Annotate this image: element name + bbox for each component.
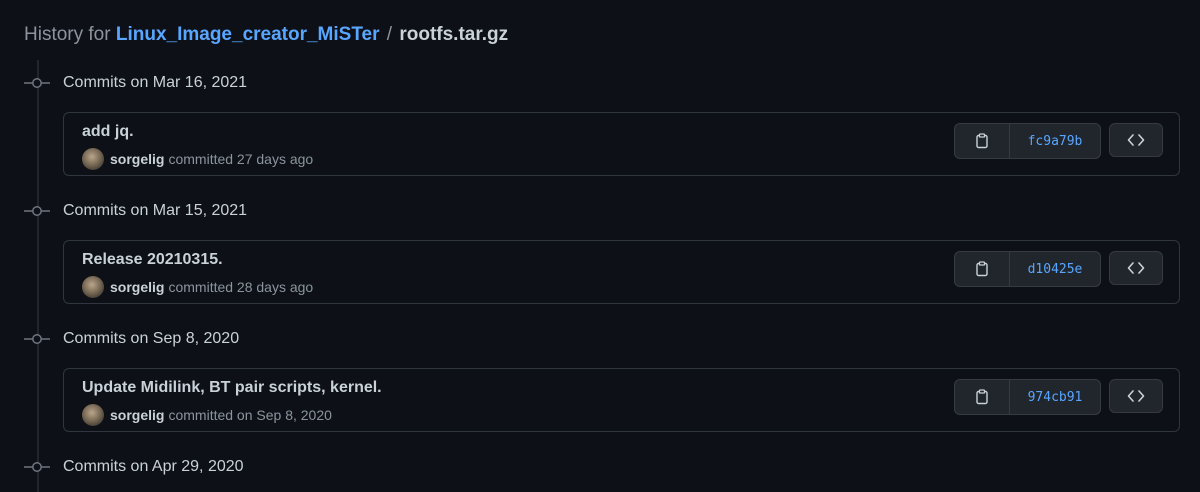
code-icon (1127, 390, 1145, 402)
commit-meta: sorgelig committed on Sep 8, 2020 (82, 404, 332, 426)
commit-group-date: Commits on Apr 29, 2020 (63, 458, 244, 475)
author-link[interactable]: sorgelig (110, 407, 164, 423)
git-commit-icon (24, 199, 50, 223)
commit-group-header: Commits on Apr 29, 2020 (24, 455, 244, 479)
commit-sha-link[interactable]: fc9a79b (1010, 124, 1100, 158)
avatar[interactable] (82, 276, 104, 298)
timeline-line (37, 60, 39, 492)
commit-group-date: Commits on Sep 8, 2020 (63, 330, 240, 347)
git-commit-icon (24, 455, 50, 479)
copy-sha-button[interactable] (955, 124, 1010, 158)
commit-time: committed on Sep 8, 2020 (168, 407, 332, 423)
commit-group-header: Commits on Mar 16, 2021 (24, 71, 247, 95)
avatar[interactable] (82, 148, 104, 170)
commit-group-header: Commits on Sep 8, 2020 (24, 327, 239, 351)
commit-group-date: Commits on Mar 15, 2021 (63, 202, 248, 219)
commit-message-link[interactable]: Release 20210315. (82, 251, 223, 269)
file-name: rootfs.tar.gz (399, 24, 509, 45)
sha-button-group: fc9a79b (954, 123, 1101, 159)
commit-time: committed 27 days ago (168, 151, 314, 167)
commit-history-page: History for Linux_Image_creator_MiSTer /… (0, 0, 1200, 492)
clipboard-icon (976, 133, 988, 149)
git-commit-icon (24, 327, 50, 351)
commit-sha-link[interactable]: 974cb91 (1010, 380, 1100, 414)
page-title: History for Linux_Image_creator_MiSTer /… (24, 22, 508, 48)
code-icon (1127, 134, 1145, 146)
commit-row: add jq. sorgelig committed 27 days ago f… (63, 112, 1180, 176)
commit-message-link[interactable]: add jq. (82, 123, 134, 141)
commit-sha-link[interactable]: d10425e (1010, 252, 1100, 286)
clipboard-icon (976, 389, 988, 405)
browse-repo-button[interactable] (1109, 123, 1163, 157)
commit-message-link[interactable]: Update Midilink, BT pair scripts, kernel… (82, 379, 382, 397)
copy-sha-button[interactable] (955, 380, 1010, 414)
commit-group-header: Commits on Mar 15, 2021 (24, 199, 247, 223)
git-commit-icon (24, 71, 50, 95)
code-icon (1127, 262, 1145, 274)
browse-repo-button[interactable] (1109, 379, 1163, 413)
commit-meta: sorgelig committed 27 days ago (82, 148, 313, 170)
clipboard-icon (976, 261, 988, 277)
commit-meta: sorgelig committed 28 days ago (82, 276, 313, 298)
avatar[interactable] (82, 404, 104, 426)
sha-button-group: 974cb91 (954, 379, 1101, 415)
browse-repo-button[interactable] (1109, 251, 1163, 285)
author-link[interactable]: sorgelig (110, 279, 164, 295)
commit-group-date: Commits on Mar 16, 2021 (63, 74, 248, 91)
copy-sha-button[interactable] (955, 252, 1010, 286)
sha-button-group: d10425e (954, 251, 1101, 287)
commit-time: committed 28 days ago (168, 279, 314, 295)
author-link[interactable]: sorgelig (110, 151, 164, 167)
path-separator: / (386, 24, 393, 45)
commit-row: Update Midilink, BT pair scripts, kernel… (63, 368, 1180, 432)
commit-row: Release 20210315. sorgelig committed 28 … (63, 240, 1180, 304)
title-prefix: History for (24, 24, 111, 45)
repo-link[interactable]: Linux_Image_creator_MiSTer (116, 24, 380, 45)
